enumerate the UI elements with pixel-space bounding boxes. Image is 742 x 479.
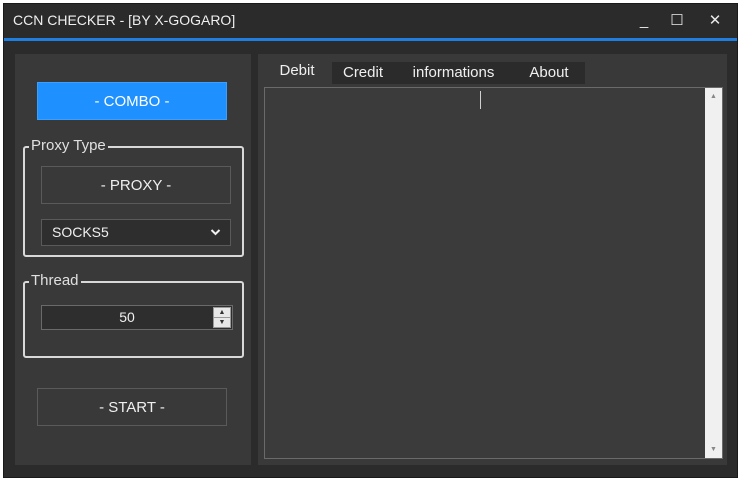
- tab-credit[interactable]: Credit: [332, 62, 394, 84]
- proxy-button[interactable]: - PROXY -: [41, 166, 231, 204]
- combo-button[interactable]: - COMBO -: [37, 82, 227, 120]
- maximize-button[interactable]: ☐: [664, 10, 690, 32]
- thread-count-stepper[interactable]: 50 ▲ ▼: [41, 305, 233, 330]
- thread-count-value[interactable]: 50: [42, 306, 212, 329]
- close-button[interactable]: ✕: [702, 10, 728, 32]
- title-bar[interactable]: CCN CHECKER - [BY X-GOGARO] _ ☐ ✕: [4, 4, 737, 41]
- proxy-type-label: Proxy Type: [29, 137, 108, 155]
- proxy-type-value: SOCKS5: [52, 224, 109, 240]
- minimize-button[interactable]: _: [631, 10, 657, 32]
- left-panel: - COMBO - Proxy Type - PROXY - SOCKS5 Th…: [15, 54, 251, 465]
- tab-debit[interactable]: Debit: [262, 60, 332, 84]
- chevron-down-icon: [210, 220, 221, 254]
- tab-about[interactable]: About: [513, 62, 585, 84]
- app-window: CCN CHECKER - [BY X-GOGARO] _ ☐ ✕ - COMB…: [3, 3, 738, 478]
- title-accent-line: [4, 38, 737, 41]
- spin-down-icon[interactable]: ▼: [214, 318, 230, 327]
- right-panel: Debit Credit informations About ▲ ▼: [258, 54, 727, 465]
- thread-label: Thread: [29, 272, 81, 290]
- thread-group: Thread 50 ▲ ▼: [23, 272, 244, 358]
- scroll-up-icon[interactable]: ▲: [705, 88, 722, 105]
- debit-output-textarea[interactable]: ▲ ▼: [264, 87, 723, 459]
- text-caret: [480, 91, 481, 109]
- stepper-buttons: ▲ ▼: [213, 307, 231, 328]
- proxy-type-select[interactable]: SOCKS5: [41, 219, 231, 246]
- start-button[interactable]: - START -: [37, 388, 227, 426]
- proxy-type-group: Proxy Type - PROXY - SOCKS5: [23, 137, 244, 257]
- vertical-scrollbar[interactable]: ▲ ▼: [705, 88, 722, 458]
- spin-up-icon[interactable]: ▲: [214, 308, 230, 318]
- scroll-down-icon[interactable]: ▼: [705, 441, 722, 458]
- window-title: CCN CHECKER - [BY X-GOGARO]: [13, 12, 236, 28]
- tab-informations[interactable]: informations: [394, 62, 513, 84]
